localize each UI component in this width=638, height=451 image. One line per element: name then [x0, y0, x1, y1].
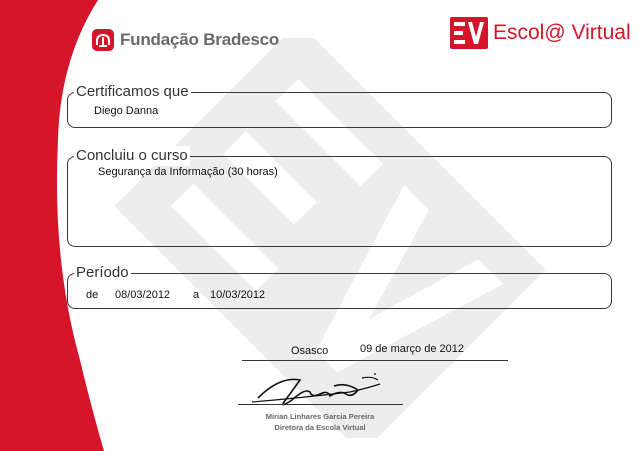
- fundacao-bradesco-logo: Fundação Bradesco: [92, 26, 279, 54]
- period-from-label: de: [86, 289, 99, 301]
- period-to-date: 10/03/2012: [210, 289, 266, 301]
- recipient-box: Certificamos que Diego Danna: [67, 82, 612, 128]
- handwritten-signature: [251, 373, 381, 406]
- period-legend: Período: [74, 263, 131, 283]
- place-date-underline: [242, 360, 508, 361]
- issue-place: Osasco: [291, 345, 329, 357]
- period-from-date: 08/03/2012: [115, 289, 171, 301]
- signature-line: [238, 404, 403, 405]
- escola-virtual-logo: Escol@ Virtual: [450, 16, 631, 50]
- course-legend: Concluiu o curso: [74, 146, 190, 166]
- period-to-label: a: [193, 289, 200, 301]
- course-box: Concluiu o curso Segurança da Informação…: [67, 146, 612, 247]
- issue-date: 09 de março de 2012: [360, 343, 464, 355]
- signer-name: Mirian Linhares Garcia Pereira: [265, 412, 375, 421]
- signer-title: Diretora da Escola Virtual: [274, 423, 366, 432]
- ev-logo-icon: [450, 17, 488, 49]
- recipient-legend: Certificamos que: [74, 82, 191, 102]
- period-box: Período de 08/03/2012 a 10/03/2012: [67, 263, 612, 309]
- course-name: Segurança da Informação (30 horas): [98, 166, 278, 178]
- recipient-name: Diego Danna: [94, 105, 159, 117]
- fundacao-bradesco-logo-text: Fundação Bradesco: [120, 30, 280, 49]
- certificate-page: Fundação Bradesco Escol@ Virtual Certifi…: [0, 0, 638, 451]
- escola-virtual-logo-text: Escol@ Virtual: [493, 21, 631, 44]
- bradesco-tree-icon: [92, 29, 114, 51]
